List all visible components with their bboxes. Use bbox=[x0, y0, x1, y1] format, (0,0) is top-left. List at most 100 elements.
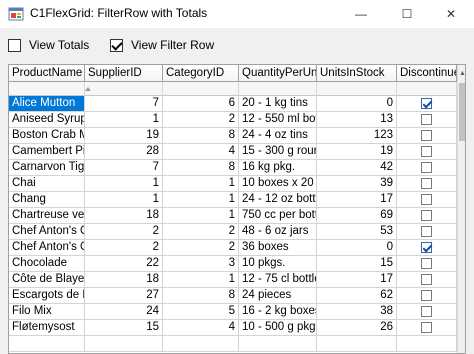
discontinued-checkbox[interactable] bbox=[421, 258, 432, 269]
cell-supplierid[interactable]: 18 bbox=[85, 272, 163, 288]
cell-categoryid[interactable]: 5 bbox=[163, 304, 239, 320]
cell-supplierid[interactable]: 7 bbox=[85, 160, 163, 176]
cell-productname[interactable]: Filo Mix bbox=[9, 304, 85, 320]
cell-quantityperunit[interactable]: 24 - 12 oz bottle bbox=[239, 192, 317, 208]
discontinued-checkbox[interactable] bbox=[421, 146, 432, 157]
table-row[interactable] bbox=[9, 336, 457, 352]
cell-discontinued[interactable] bbox=[397, 160, 457, 176]
cell-supplierid[interactable]: 1 bbox=[85, 112, 163, 128]
view-filter-row-checkbox[interactable]: View Filter Row bbox=[110, 37, 214, 53]
cell-supplierid[interactable]: 1 bbox=[85, 192, 163, 208]
cell-quantityperunit[interactable]: 10 boxes x 20 ba bbox=[239, 176, 317, 192]
cell-categoryid[interactable]: 4 bbox=[163, 320, 239, 336]
table-row[interactable]: Côte de Blaye18112 - 75 cl bottles17 bbox=[9, 272, 457, 288]
cell-categoryid[interactable]: 2 bbox=[163, 112, 239, 128]
column-header-categoryid[interactable]: CategoryID bbox=[163, 65, 239, 82]
cell-discontinued[interactable] bbox=[397, 96, 457, 112]
table-row[interactable]: Aniseed Syrup 1 2 12 - 550 ml bottl 13 bbox=[9, 112, 457, 128]
cell-discontinued[interactable] bbox=[397, 336, 457, 352]
table-row[interactable]: Chocolade 22 3 10 pkgs. 15 bbox=[9, 256, 457, 272]
filter-cell-categoryid[interactable] bbox=[163, 82, 239, 96]
cell-categoryid[interactable]: 2 bbox=[163, 240, 239, 256]
cell-supplierid[interactable]: 18 bbox=[85, 208, 163, 224]
cell-unitsinstock[interactable]: 42 bbox=[317, 160, 397, 176]
cell-categoryid[interactable]: 4 bbox=[163, 144, 239, 160]
table-row[interactable]: Camembert Pier28415 - 300 g round19 bbox=[9, 144, 457, 160]
cell-supplierid[interactable]: 15 bbox=[85, 320, 163, 336]
discontinued-checkbox[interactable] bbox=[421, 226, 432, 237]
cell-quantityperunit[interactable]: 12 - 550 ml bottl bbox=[239, 112, 317, 128]
cell-categoryid[interactable]: 6 bbox=[163, 96, 239, 112]
cell-quantityperunit[interactable]: 48 - 6 oz jars bbox=[239, 224, 317, 240]
discontinued-checkbox[interactable] bbox=[421, 322, 432, 333]
discontinued-checkbox[interactable] bbox=[421, 306, 432, 317]
filter-cell-discontinued[interactable] bbox=[397, 82, 457, 96]
cell-productname[interactable]: Chartreuse verte bbox=[9, 208, 85, 224]
cell-quantityperunit[interactable]: 20 - 1 kg tins bbox=[239, 96, 317, 112]
cell-discontinued[interactable] bbox=[397, 224, 457, 240]
cell-discontinued[interactable] bbox=[397, 112, 457, 128]
discontinued-checkbox[interactable] bbox=[421, 194, 432, 205]
cell-discontinued[interactable] bbox=[397, 176, 457, 192]
cell-unitsinstock[interactable]: 0 bbox=[317, 240, 397, 256]
close-button[interactable]: ✕ bbox=[428, 0, 474, 28]
discontinued-checkbox[interactable] bbox=[421, 162, 432, 173]
cell-discontinued[interactable] bbox=[397, 320, 457, 336]
cell-productname[interactable]: Chef Anton's Gu bbox=[9, 240, 85, 256]
cell-quantityperunit[interactable]: 10 pkgs. bbox=[239, 256, 317, 272]
cell-quantityperunit[interactable]: 36 boxes bbox=[239, 240, 317, 256]
cell-quantityperunit[interactable]: 16 - 2 kg boxes bbox=[239, 304, 317, 320]
view-totals-checkbox[interactable]: View Totals bbox=[8, 37, 89, 53]
discontinued-checkbox[interactable] bbox=[421, 242, 432, 253]
discontinued-checkbox[interactable] bbox=[421, 114, 432, 125]
cell-unitsinstock[interactable]: 19 bbox=[317, 144, 397, 160]
view-filter-row-checkbox-box[interactable] bbox=[110, 38, 123, 52]
vertical-scrollbar[interactable]: ▲ bbox=[457, 65, 465, 353]
cell-productname[interactable]: Escargots de Bo bbox=[9, 288, 85, 304]
table-row[interactable]: Chef Anton's Ca2248 - 6 oz jars53 bbox=[9, 224, 457, 240]
table-row[interactable]: Filo Mix 24 5 16 - 2 kg boxes 38 bbox=[9, 304, 457, 320]
cell-unitsinstock[interactable]: 53 bbox=[317, 224, 397, 240]
cell-productname[interactable]: Chocolade bbox=[9, 256, 85, 272]
table-row[interactable]: Boston Crab Me19824 - 4 oz tins123 bbox=[9, 128, 457, 144]
cell-quantityperunit[interactable]: 15 - 300 g round bbox=[239, 144, 317, 160]
cell-supplierid[interactable]: 27 bbox=[85, 288, 163, 304]
cell-quantityperunit[interactable]: 750 cc per bottle bbox=[239, 208, 317, 224]
cell-discontinued[interactable] bbox=[397, 144, 457, 160]
table-row[interactable]: Fløtemysost 15 4 10 - 500 g pkgs. 26 bbox=[9, 320, 457, 336]
cell-supplierid[interactable]: 7 bbox=[85, 96, 163, 112]
column-header-quantityperunit[interactable]: QuantityPerUnit bbox=[239, 65, 317, 82]
cell-unitsinstock[interactable]: 39 bbox=[317, 176, 397, 192]
cell-categoryid[interactable]: 1 bbox=[163, 208, 239, 224]
filter-cell-quantityperunit[interactable] bbox=[239, 82, 317, 96]
cell-discontinued[interactable] bbox=[397, 240, 457, 256]
cell-discontinued[interactable] bbox=[397, 208, 457, 224]
table-row[interactable]: Chartreuse verte181750 cc per bottle69 bbox=[9, 208, 457, 224]
cell-categoryid[interactable]: 8 bbox=[163, 128, 239, 144]
table-row[interactable]: Escargots de Bo27824 pieces62 bbox=[9, 288, 457, 304]
cell-supplierid[interactable]: 24 bbox=[85, 304, 163, 320]
cell-unitsinstock[interactable]: 38 bbox=[317, 304, 397, 320]
cell-unitsinstock[interactable]: 26 bbox=[317, 320, 397, 336]
cell-productname[interactable]: Fløtemysost bbox=[9, 320, 85, 336]
column-header-discontinued[interactable]: Discontinue bbox=[397, 65, 457, 82]
minimize-button[interactable]: — bbox=[338, 0, 384, 28]
cell-unitsinstock[interactable]: 17 bbox=[317, 272, 397, 288]
cell-quantityperunit[interactable]: 24 pieces bbox=[239, 288, 317, 304]
cell-productname[interactable]: Aniseed Syrup bbox=[9, 112, 85, 128]
cell-categoryid[interactable]: 3 bbox=[163, 256, 239, 272]
flex-grid[interactable]: ProductName SupplierID CategoryID Quanti… bbox=[8, 64, 466, 354]
scroll-up-icon[interactable]: ▲ bbox=[458, 65, 465, 82]
cell-productname[interactable]: Alice Mutton bbox=[9, 96, 85, 112]
cell-unitsinstock[interactable]: 123 bbox=[317, 128, 397, 144]
cell-productname[interactable]: Chang bbox=[9, 192, 85, 208]
cell-productname[interactable]: Boston Crab Me bbox=[9, 128, 85, 144]
discontinued-checkbox[interactable] bbox=[421, 178, 432, 189]
discontinued-checkbox[interactable] bbox=[421, 130, 432, 141]
cell-supplierid[interactable]: 2 bbox=[85, 240, 163, 256]
cell-unitsinstock[interactable] bbox=[317, 336, 397, 352]
cell-productname[interactable] bbox=[9, 336, 85, 352]
cell-unitsinstock[interactable]: 0 bbox=[317, 96, 397, 112]
cell-discontinued[interactable] bbox=[397, 192, 457, 208]
filter-cell-unitsinstock[interactable] bbox=[317, 82, 397, 96]
